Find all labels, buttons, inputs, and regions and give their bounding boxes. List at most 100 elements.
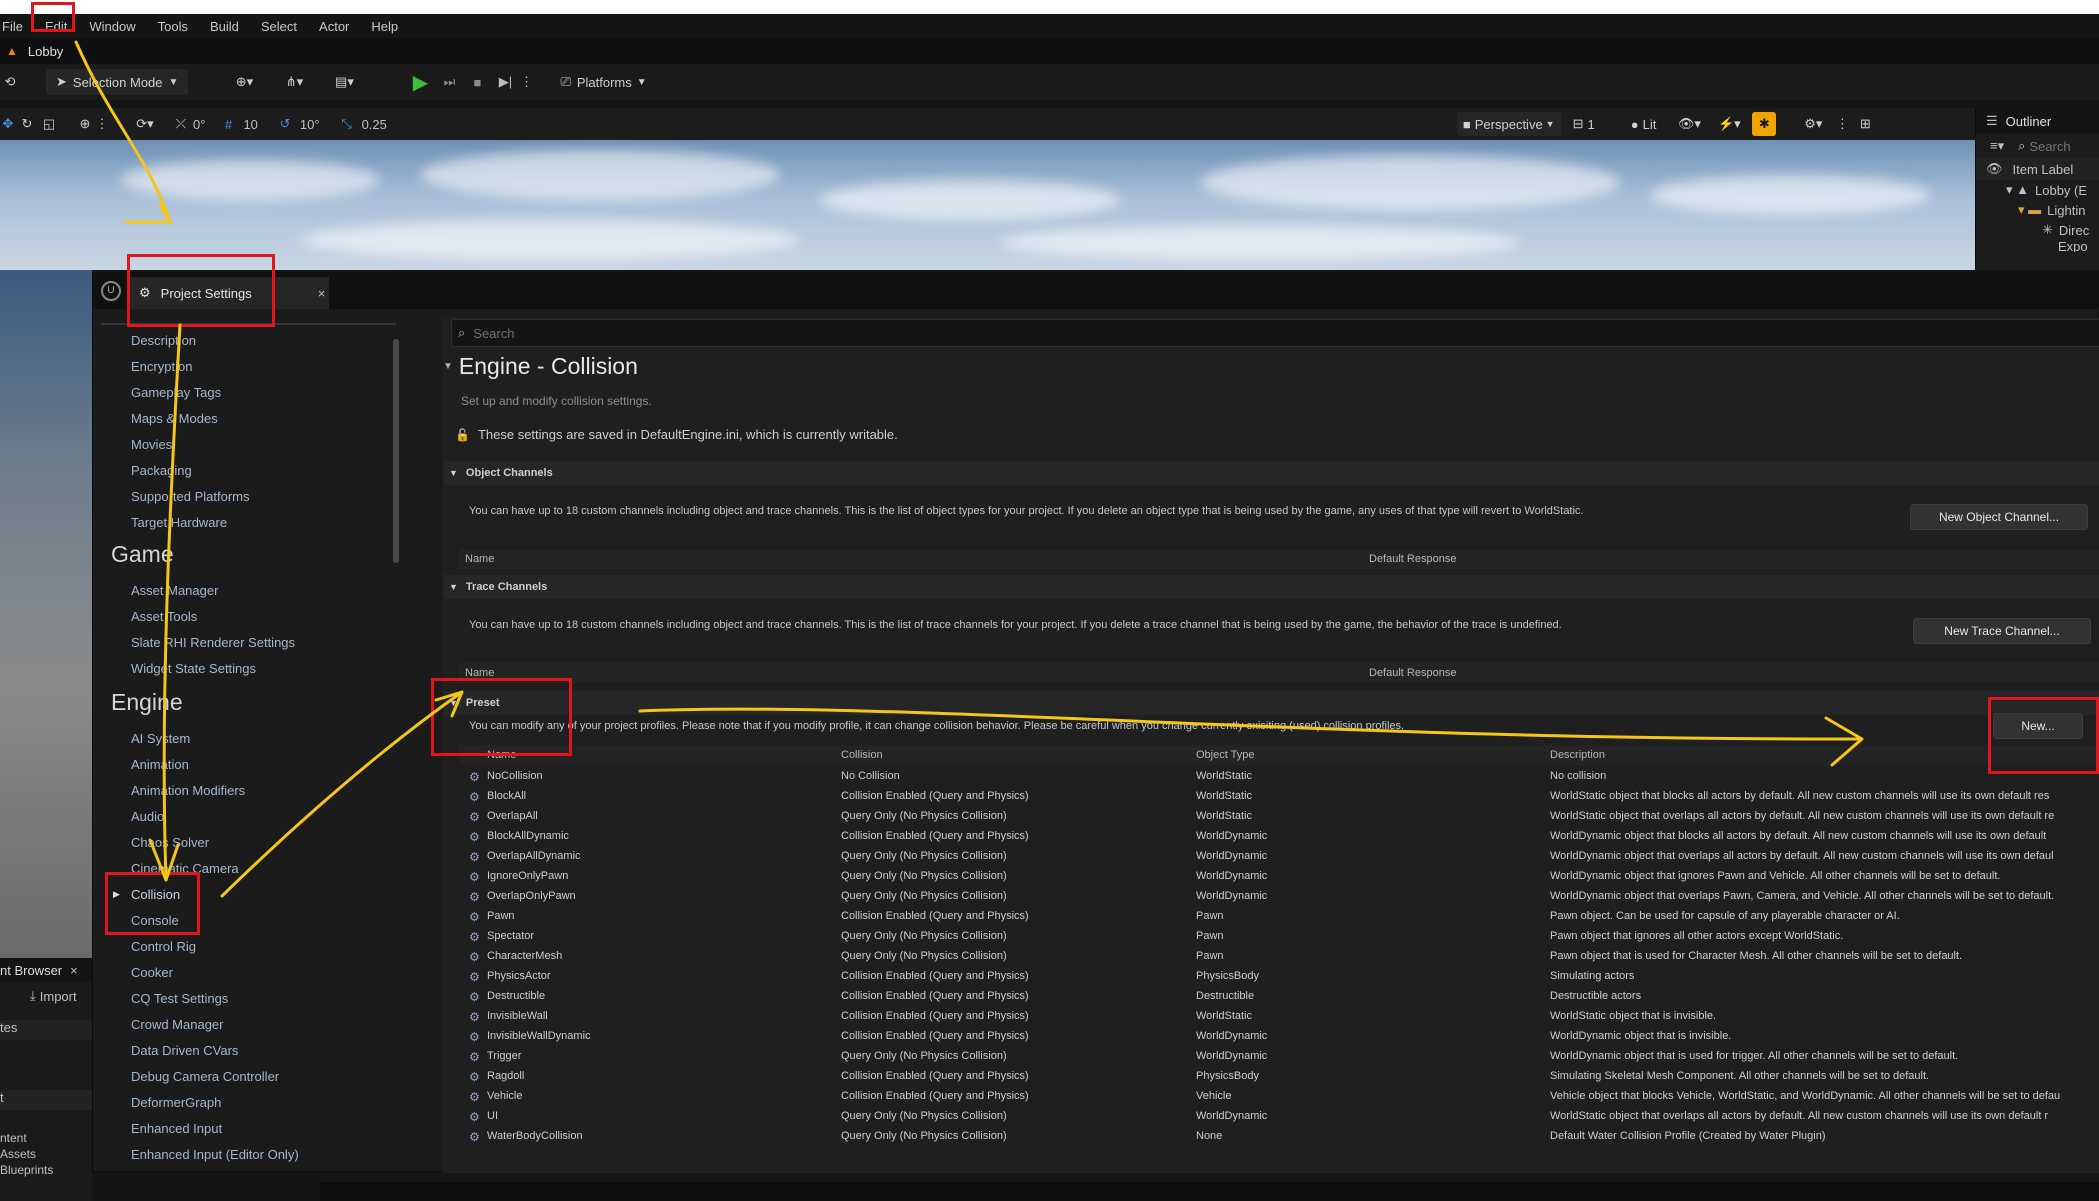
menu-help[interactable]: Help [360, 19, 409, 34]
select-tool-icon[interactable]: ✥ [0, 116, 16, 132]
content-browser-tab[interactable]: nt Browser [0, 963, 62, 978]
nav-item-debug-camera-controller[interactable]: Debug Camera Controller [131, 1069, 279, 1084]
world-local-icon[interactable]: ⊕ [74, 116, 96, 132]
edit-profile-icon[interactable]: ⚙ [469, 1030, 482, 1044]
menu-select[interactable]: Select [250, 19, 308, 34]
outliner-item[interactable]: ▾ ▲ Lobby (E [1976, 180, 2099, 200]
table-row[interactable]: ⚙ InvisibleWall Collision Enabled (Query a… [459, 1007, 2099, 1027]
table-row[interactable]: ⚙ Ragdoll Collision Enabled (Query and Phy… [459, 1067, 2099, 1087]
nav-item-widget-state-settings[interactable]: Widget State Settings [131, 661, 256, 676]
performance-icon[interactable]: ⚡▾ [1714, 116, 1744, 132]
folder-assets[interactable]: Assets [0, 1146, 92, 1162]
nav-item-data-driven-cvars[interactable]: Data Driven CVars [131, 1043, 238, 1058]
nav-item-enhanced-input[interactable]: Enhanced Input [131, 1121, 222, 1136]
edit-profile-icon[interactable]: ⚙ [469, 910, 482, 924]
table-row[interactable]: ⚙ NoCollision No Collision WorldStatic No co… [459, 767, 2099, 787]
collapse-icon[interactable]: ▼ [443, 361, 453, 372]
grid-snap-icon[interactable]: # [219, 117, 237, 132]
more-options-icon[interactable]: ⋮ [520, 74, 533, 90]
scale-snap-value[interactable]: 0.25 [362, 117, 387, 132]
filter-icon[interactable]: ≡▾ [1990, 138, 2004, 154]
nav-item-ai-system[interactable]: AI System [131, 731, 190, 746]
table-row[interactable]: ⚙ OverlapOnlyPawn Query Only (No Physics C… [459, 887, 2099, 907]
table-row[interactable]: ⚙ InvisibleWallDynamic Collision Enabled (… [459, 1027, 2099, 1047]
rotation-snap-icon[interactable]: ⤫ [172, 116, 190, 132]
outliner-search[interactable]: Search [2029, 139, 2070, 154]
preset-header[interactable]: ▼ Preset [443, 691, 2099, 715]
perspective-button[interactable]: ■ Perspective ▼ [1456, 112, 1561, 136]
folder-blueprints[interactable]: Blueprints [0, 1162, 92, 1178]
nav-scrollbar[interactable] [393, 339, 399, 563]
scale-tool-icon[interactable]: ◱ [38, 116, 60, 132]
nav-item-animation-modifiers[interactable]: Animation Modifiers [131, 783, 245, 798]
rotation-snap-value[interactable]: 0° [193, 117, 205, 132]
scale-snap-icon[interactable]: ⤡ [338, 116, 356, 132]
edit-profile-icon[interactable]: ⚙ [469, 770, 482, 784]
realtime-icon[interactable]: ✱ [1752, 112, 1777, 136]
nav-item-gameplay-tags[interactable]: Gameplay Tags [131, 385, 221, 400]
nav-item-enhanced-input-editor-only[interactable]: Enhanced Input (Editor Only) [131, 1147, 299, 1162]
selection-mode-button[interactable]: ➤ Selection Mode ▼ [46, 69, 189, 95]
import-button[interactable]: Import [40, 989, 77, 1004]
import-icon[interactable]: ⤓ [30, 988, 36, 1004]
nav-item-supported-platforms[interactable]: Supported Platforms [131, 489, 250, 504]
edit-profile-icon[interactable]: ⚙ [469, 970, 482, 984]
nav-item-description[interactable]: Description [131, 333, 196, 348]
table-row[interactable]: ⚙ BlockAllDynamic Collision Enabled (Query… [459, 827, 2099, 847]
nav-item-slate-rhi-renderer-settings[interactable]: Slate RHI Renderer Settings [131, 635, 295, 650]
menu-window[interactable]: Window [78, 19, 146, 34]
table-row[interactable]: ⚙ Destructible Collision Enabled (Query an… [459, 987, 2099, 1007]
table-row[interactable]: ⚙ OverlapAllDynamic Query Only (No Physics… [459, 847, 2099, 867]
outliner-item[interactable]: Expo [1976, 240, 2099, 252]
table-row[interactable]: ⚙ UI Query Only (No Physics Collision) Worl… [459, 1107, 2099, 1127]
history-icon[interactable]: ⟲ [2, 74, 18, 90]
stop-icon[interactable]: ■ [466, 75, 488, 90]
new-trace-channel-button[interactable]: New Trace Channel... [1913, 618, 2091, 644]
table-row[interactable]: ⚙ Vehicle Collision Enabled (Query and Phy… [459, 1087, 2099, 1107]
menu-file[interactable]: File [0, 19, 34, 34]
edit-profile-icon[interactable]: ⚙ [469, 850, 482, 864]
nav-item-chaos-solver[interactable]: Chaos Solver [131, 835, 209, 850]
item-label-header[interactable]: Item Label [2013, 162, 2074, 177]
close-icon[interactable]: × [318, 286, 326, 301]
settings-icon[interactable]: ⚙▾ [1798, 116, 1828, 132]
angle-snap-icon[interactable]: ↺ [276, 116, 294, 132]
nav-item-maps-modes[interactable]: Maps & Modes [131, 411, 218, 426]
folder-content[interactable]: ntent [0, 1130, 92, 1146]
nav-item-encryption[interactable]: Encryption [131, 359, 192, 374]
blueprint-icon[interactable]: ⋔▾ [274, 74, 314, 90]
nav-item-animation[interactable]: Animation [131, 757, 189, 772]
eject-icon[interactable]: ▶| [494, 74, 516, 90]
outliner-item[interactable]: ✳ Direc [1976, 220, 2099, 240]
add-actor-icon[interactable]: ⊕▾ [224, 74, 264, 90]
more-options-icon[interactable]: ⋮ [96, 116, 109, 132]
edit-profile-icon[interactable]: ⚙ [469, 870, 482, 884]
edit-profile-icon[interactable]: ⚙ [469, 1130, 482, 1144]
new-object-channel-button[interactable]: New Object Channel... [1910, 504, 2088, 530]
table-row[interactable]: ⚙ Trigger Query Only (No Physics Collision… [459, 1047, 2099, 1067]
grid-snap-value[interactable]: 10 [243, 117, 257, 132]
nav-item-target-hardware[interactable]: Target Hardware [131, 515, 227, 530]
close-icon[interactable]: × [70, 963, 78, 978]
outliner-item[interactable]: ▾ ▬ Lightin [1976, 200, 2099, 220]
edit-profile-icon[interactable]: ⚙ [469, 990, 482, 1004]
more-options-icon[interactable]: ⋮ [1836, 116, 1849, 132]
table-row[interactable]: ⚙ Pawn Collision Enabled (Query and Physic… [459, 907, 2099, 927]
table-row[interactable]: ⚙ PhysicsActor Collision Enabled (Query an… [459, 967, 2099, 987]
cinematics-icon[interactable]: ▤▾ [324, 74, 364, 90]
viewport-layout-icon[interactable]: ⊞ [1856, 116, 1874, 132]
lit-button[interactable]: ● Lit [1631, 117, 1657, 132]
trace-channels-header[interactable]: ▼ Trace Channels [443, 575, 2099, 599]
nav-item-audio[interactable]: Audio [131, 809, 164, 824]
menu-build[interactable]: Build [199, 19, 250, 34]
edit-profile-icon[interactable]: ⚙ [469, 1110, 482, 1124]
rotate-tool-icon[interactable]: ↻ [16, 116, 38, 132]
edit-profile-icon[interactable]: ⚙ [469, 1010, 482, 1024]
level-tab[interactable]: Lobby [28, 44, 63, 59]
menu-tools[interactable]: Tools [147, 19, 199, 34]
edit-profile-icon[interactable]: ⚙ [469, 830, 482, 844]
play-icon[interactable]: ▶ [408, 70, 432, 95]
nav-item-movies[interactable]: Movies [131, 437, 172, 452]
table-row[interactable]: ⚙ WaterBodyCollision Query Only (No Physic… [459, 1127, 2099, 1147]
nav-item-crowd-manager[interactable]: Crowd Manager [131, 1017, 224, 1032]
